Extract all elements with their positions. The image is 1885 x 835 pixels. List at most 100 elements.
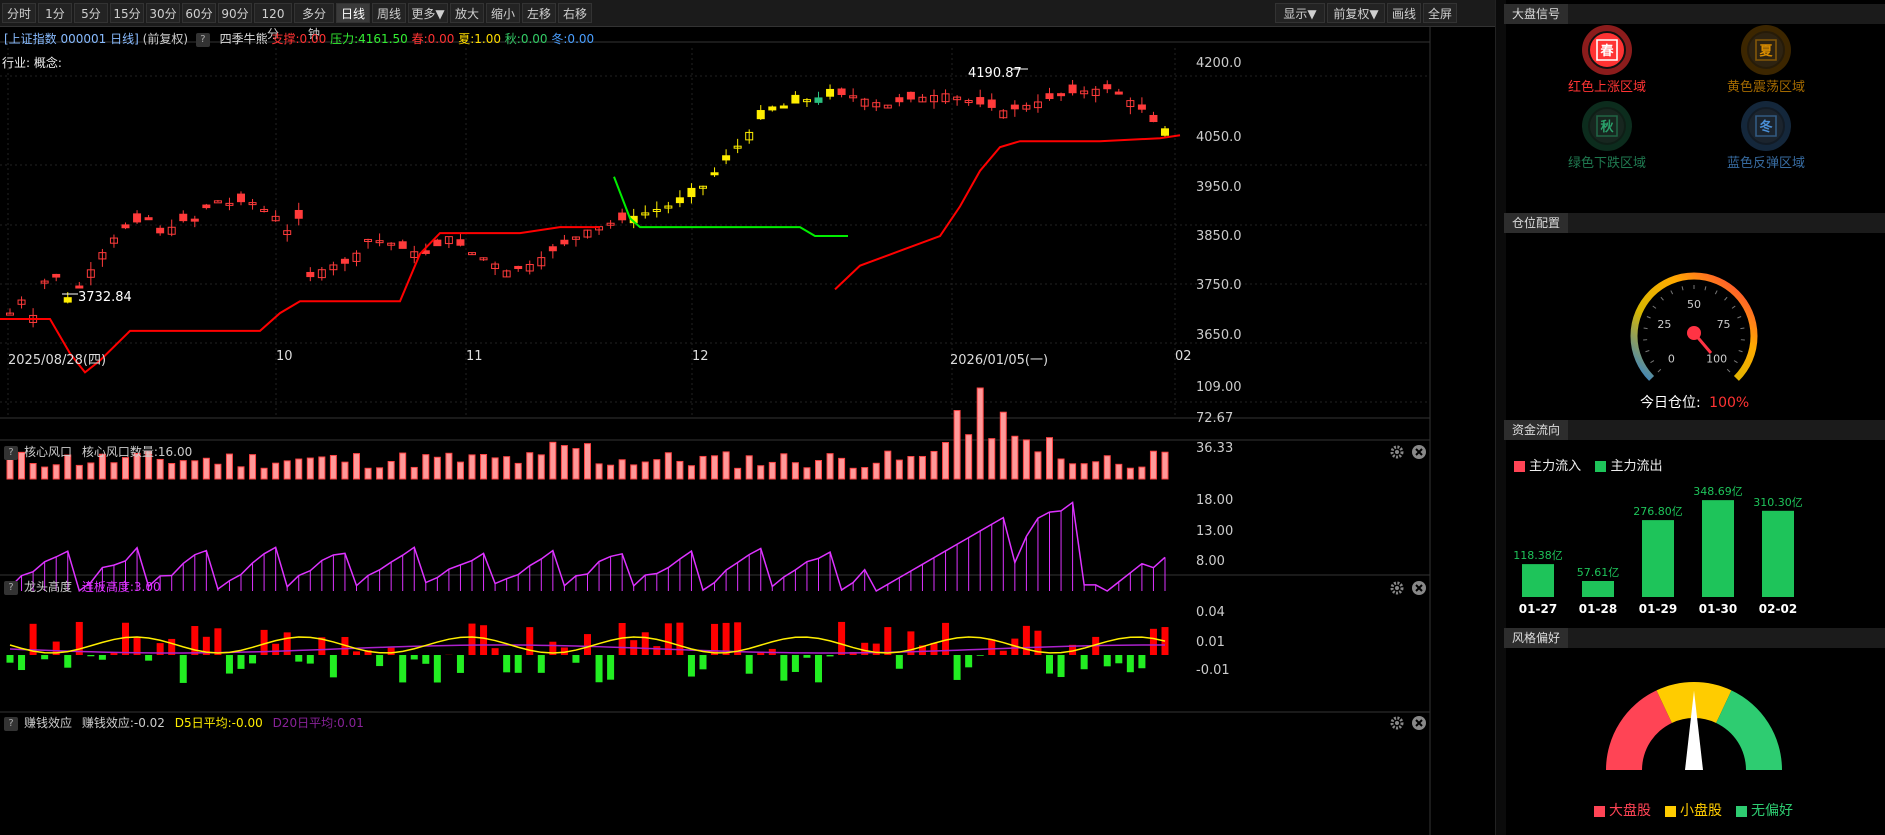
flow-bar [1582, 580, 1614, 597]
period-button-15[interactable]: 右移 [558, 3, 592, 23]
money-effect-bar [387, 647, 395, 655]
candle [433, 238, 442, 247]
core-window-bar [214, 463, 222, 480]
price-tick[interactable]: 4200.0 [1196, 56, 1242, 71]
money-effect-bar [376, 655, 384, 667]
period-button-9[interactable]: 日线 [336, 3, 370, 23]
money-effect-bar [1126, 655, 1134, 673]
period-button-11[interactable]: 更多▼ [408, 3, 448, 23]
period-button-5[interactable]: 60分 [182, 3, 216, 23]
season-0-label: 红色上涨区域 [1567, 80, 1646, 95]
core-window-bar [306, 457, 314, 480]
candle [571, 236, 580, 247]
candle [1045, 87, 1054, 101]
core-window-bar [491, 457, 499, 480]
flow-bar-value: 57.61亿 [1577, 566, 1620, 579]
money-effect-d20: D20日平均:0.01 [272, 716, 364, 730]
period-button-8[interactable]: 多分钟 [294, 3, 334, 41]
candle [387, 242, 396, 251]
candle [976, 89, 985, 108]
flow-bar-value: 348.69亿 [1693, 485, 1743, 498]
toolbar-right-button-0[interactable]: 显示▼ [1275, 3, 1325, 23]
date-tick: 2026/01/05(一) [950, 353, 1049, 368]
money-effect-bar [699, 655, 707, 670]
candle [606, 220, 615, 229]
settings-gear-icon[interactable] [1389, 715, 1405, 731]
autumn-value: 秋:0.00 [504, 32, 548, 46]
help-icon[interactable]: ? [4, 580, 18, 595]
money-effect-bar [272, 643, 280, 655]
style-segment [1606, 690, 1672, 770]
core-window-bar [803, 467, 811, 480]
money-effect-tick: 0.01 [1196, 635, 1225, 650]
period-button-12[interactable]: 放大 [450, 3, 484, 23]
help-icon[interactable]: ? [4, 445, 18, 460]
price-tick[interactable]: 3750.0 [1196, 278, 1242, 293]
close-icon[interactable] [1411, 715, 1427, 731]
price-tick[interactable]: 4050.0 [1196, 130, 1242, 145]
pressure-line [613, 176, 848, 238]
period-button-2[interactable]: 5分 [74, 3, 108, 23]
period-button-6[interactable]: 90分 [218, 3, 252, 23]
money-effect-tick: -0.01 [1196, 663, 1230, 678]
core-window-bar [1080, 463, 1088, 480]
close-icon[interactable] [1411, 444, 1427, 460]
dragon-height-value: 连板高度:3.00 [81, 580, 161, 594]
core-window-bar [641, 461, 649, 480]
candle [502, 269, 511, 278]
money-effect-bar [722, 622, 730, 655]
core-window-bar [791, 462, 799, 480]
core-window-bar [861, 467, 869, 480]
period-button-14[interactable]: 左移 [522, 3, 556, 23]
capital-flow-legend: 主力流入 主力流出 [1514, 455, 1662, 474]
toolbar-right-button-1[interactable]: 前复权▼ [1327, 3, 1385, 23]
gauge-tick: 100 [1706, 353, 1727, 366]
period-button-10[interactable]: 周线 [372, 3, 406, 23]
candle [364, 238, 373, 249]
settings-gear-icon[interactable] [1389, 444, 1405, 460]
money-effect-bar [895, 655, 903, 669]
price-tick[interactable]: 3950.0 [1196, 180, 1242, 195]
position-label: 今日仓位: 100% [1640, 392, 1749, 412]
close-icon[interactable] [1411, 580, 1427, 596]
price-tick[interactable]: 3650.0 [1196, 328, 1242, 343]
candle [1103, 80, 1112, 94]
toolbar-right-button-3[interactable]: 全屏 [1423, 3, 1457, 23]
money-effect-bar [306, 655, 314, 664]
period-button-4[interactable]: 30分 [146, 3, 180, 23]
money-effect-bar [1103, 655, 1111, 667]
toolbar-right-button-2[interactable]: 画线 [1387, 3, 1421, 23]
candle [86, 262, 95, 286]
money-effect-value: 赚钱效应:-0.02 [81, 716, 165, 730]
period-button-0[interactable]: 分时 [2, 3, 36, 23]
period-button-13[interactable]: 缩小 [486, 3, 520, 23]
core-window-bar [514, 462, 522, 480]
help-icon[interactable]: ? [195, 32, 210, 47]
candle [1022, 102, 1031, 112]
core-window-bar [364, 467, 372, 480]
candle [883, 104, 892, 109]
money-effect-bar [122, 622, 129, 655]
core-window-bar [283, 460, 291, 480]
settings-gear-icon[interactable] [1389, 580, 1405, 596]
money-effect-header: ? 赚钱效应 赚钱效应:-0.02 D5日平均:-0.00 D20日平均:0.01 [0, 714, 1430, 732]
period-button-1[interactable]: 1分 [38, 3, 72, 23]
price-tick[interactable]: 3850.0 [1196, 229, 1242, 244]
gauge-tick: 0 [1668, 353, 1675, 366]
candle [756, 105, 765, 120]
money-effect-bar [410, 655, 418, 660]
svg-text:冬: 冬 [1759, 119, 1772, 135]
date-tick: 02 [1175, 349, 1192, 364]
dragon-height-tick: 8.00 [1196, 554, 1225, 569]
candle [860, 97, 869, 111]
period-button-7[interactable]: 120分 [254, 3, 292, 41]
money-effect-bar [295, 655, 303, 662]
candle [202, 203, 211, 210]
candle [618, 208, 627, 224]
help-icon[interactable]: ? [4, 716, 18, 731]
candle [456, 232, 465, 247]
core-window-bar [757, 465, 765, 480]
candle [537, 251, 546, 270]
period-button-3[interactable]: 15分 [110, 3, 144, 23]
money-effect-bar [214, 628, 222, 655]
